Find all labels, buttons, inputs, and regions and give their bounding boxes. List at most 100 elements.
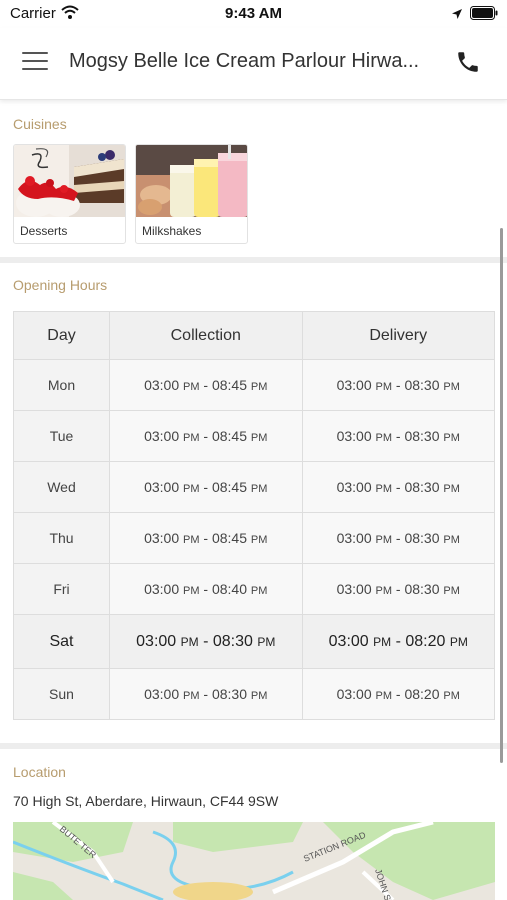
milkshakes-image xyxy=(136,145,247,217)
hamburger-menu-icon[interactable] xyxy=(22,52,48,72)
close-ampm: PM xyxy=(257,634,276,649)
open-ampm: PM xyxy=(373,634,392,649)
close-ampm: PM xyxy=(250,483,268,495)
close-ampm: PM xyxy=(250,534,268,546)
open-ampm: PM xyxy=(375,585,393,597)
address-text: 70 High St, Aberdare, Hirwaun, CF44 9SW xyxy=(13,793,279,809)
column-header-day: Day xyxy=(13,311,110,360)
close-time: 08:45 xyxy=(211,428,248,444)
collection-hours-cell: 03:00 PM - 08:45 PM xyxy=(109,410,303,462)
close-time: 08:30 xyxy=(404,479,440,495)
status-time: 9:43 AM xyxy=(225,5,282,22)
opening-hours-table: Day Collection Delivery Mon 03:00 PM - 08… xyxy=(13,311,495,720)
open-time: 03:00 xyxy=(136,632,177,650)
open-ampm: PM xyxy=(375,534,393,546)
table-row: Sat 03:00 PM - 08:30 PM 03:00 PM - 08:20 P… xyxy=(13,614,495,669)
table-row: Tue 03:00 PM - 08:45 PM 03:00 PM - 08:30 P… xyxy=(13,410,495,462)
close-ampm: PM xyxy=(443,534,460,546)
day-cell: Thu xyxy=(13,512,110,564)
table-row: Fri 03:00 PM - 08:40 PM 03:00 PM - 08:30 P… xyxy=(13,563,495,615)
delivery-hours-cell: 03:00 PM - 08:20 PM xyxy=(301,614,495,669)
open-ampm: PM xyxy=(375,690,393,702)
close-ampm: PM xyxy=(250,690,268,702)
scroll-indicator[interactable] xyxy=(500,228,503,763)
day-cell: Fri xyxy=(13,563,110,615)
status-bar: Carrier 9:43 AM xyxy=(0,0,507,28)
section-divider xyxy=(0,257,507,263)
close-time: 08:45 xyxy=(211,530,248,546)
open-time: 03:00 xyxy=(144,377,180,393)
open-ampm: PM xyxy=(183,585,200,597)
table-row: Sun 03:00 PM - 08:30 PM 03:00 PM - 08:20 P… xyxy=(13,668,495,720)
table-row: Thu 03:00 PM - 08:45 PM 03:00 PM - 08:30 P… xyxy=(13,512,495,564)
close-ampm: PM xyxy=(443,432,460,444)
open-ampm: PM xyxy=(180,634,199,649)
column-header-delivery: Delivery xyxy=(301,311,495,360)
close-ampm: PM xyxy=(443,690,460,702)
open-ampm: PM xyxy=(183,483,200,495)
collection-hours-cell: 03:00 PM - 08:45 PM xyxy=(109,512,303,564)
open-time: 03:00 xyxy=(336,428,372,444)
open-ampm: PM xyxy=(375,381,393,393)
desserts-image xyxy=(14,145,125,217)
close-ampm: PM xyxy=(449,634,468,649)
app-header: Mogsy Belle Ice Cream Parlour Hirwa... xyxy=(0,28,507,100)
page-title: Mogsy Belle Ice Cream Parlour Hirwa... xyxy=(69,50,420,72)
open-ampm: PM xyxy=(375,483,393,495)
open-time: 03:00 xyxy=(144,581,180,597)
close-time: 08:20 xyxy=(405,632,446,650)
day-cell: Sun xyxy=(13,668,110,720)
collection-hours-cell: 03:00 PM - 08:45 PM xyxy=(109,461,303,513)
battery-icon xyxy=(470,6,498,25)
close-time: 08:30 xyxy=(404,530,440,546)
delivery-hours-cell: 03:00 PM - 08:20 PM xyxy=(301,668,495,720)
open-time: 03:00 xyxy=(144,479,180,495)
table-row: Mon 03:00 PM - 08:45 PM 03:00 PM - 08:30 P… xyxy=(13,359,495,411)
table-header-row: Day Collection Delivery xyxy=(13,311,495,360)
open-time: 03:00 xyxy=(144,686,180,702)
close-time: 08:20 xyxy=(404,686,440,702)
phone-icon[interactable] xyxy=(455,49,481,75)
location-arrow-icon xyxy=(451,7,463,25)
open-time: 03:00 xyxy=(336,479,372,495)
delivery-hours-cell: 03:00 PM - 08:30 PM xyxy=(301,512,495,564)
location-map[interactable]: BUTE TER STATION ROAD JOHN ST xyxy=(13,822,495,900)
close-time: 08:30 xyxy=(404,428,440,444)
cuisine-name: Desserts xyxy=(20,224,68,238)
open-ampm: PM xyxy=(183,534,200,546)
collection-hours-cell: 03:00 PM - 08:30 PM xyxy=(109,668,303,720)
open-ampm: PM xyxy=(375,432,393,444)
delivery-hours-cell: 03:00 PM - 08:30 PM xyxy=(301,410,495,462)
close-time: 08:45 xyxy=(211,377,248,393)
close-time: 08:45 xyxy=(211,479,248,495)
cuisine-name: Milkshakes xyxy=(142,224,202,238)
location-label: Location xyxy=(13,764,66,780)
collection-hours-cell: 03:00 PM - 08:40 PM xyxy=(109,563,303,615)
day-cell: Sat xyxy=(13,614,110,669)
open-time: 03:00 xyxy=(336,686,372,702)
open-ampm: PM xyxy=(183,381,200,393)
column-header-collection: Collection xyxy=(109,311,303,360)
day-cell: Mon xyxy=(13,359,110,411)
day-cell: Wed xyxy=(13,461,110,513)
cuisine-card-milkshakes[interactable]: Milkshakes xyxy=(135,144,248,244)
delivery-hours-cell: 03:00 PM - 08:30 PM xyxy=(301,359,495,411)
open-time: 03:00 xyxy=(144,428,180,444)
open-ampm: PM xyxy=(183,432,200,444)
open-time: 03:00 xyxy=(336,581,372,597)
cuisine-card-desserts[interactable]: Desserts xyxy=(13,144,126,244)
opening-hours-label: Opening Hours xyxy=(13,277,108,293)
close-ampm: PM xyxy=(443,483,460,495)
table-row: Wed 03:00 PM - 08:45 PM 03:00 PM - 08:30 P… xyxy=(13,461,495,513)
collection-hours-cell: 03:00 PM - 08:30 PM xyxy=(109,614,303,669)
open-time: 03:00 xyxy=(144,530,180,546)
collection-hours-cell: 03:00 PM - 08:45 PM xyxy=(109,359,303,411)
delivery-hours-cell: 03:00 PM - 08:30 PM xyxy=(301,461,495,513)
close-time: 08:30 xyxy=(404,581,440,597)
close-time: 08:40 xyxy=(211,581,248,597)
section-divider xyxy=(0,743,507,749)
cuisines-label: Cuisines xyxy=(13,116,67,132)
close-ampm: PM xyxy=(443,381,460,393)
delivery-hours-cell: 03:00 PM - 08:30 PM xyxy=(301,563,495,615)
close-time: 08:30 xyxy=(212,632,253,650)
